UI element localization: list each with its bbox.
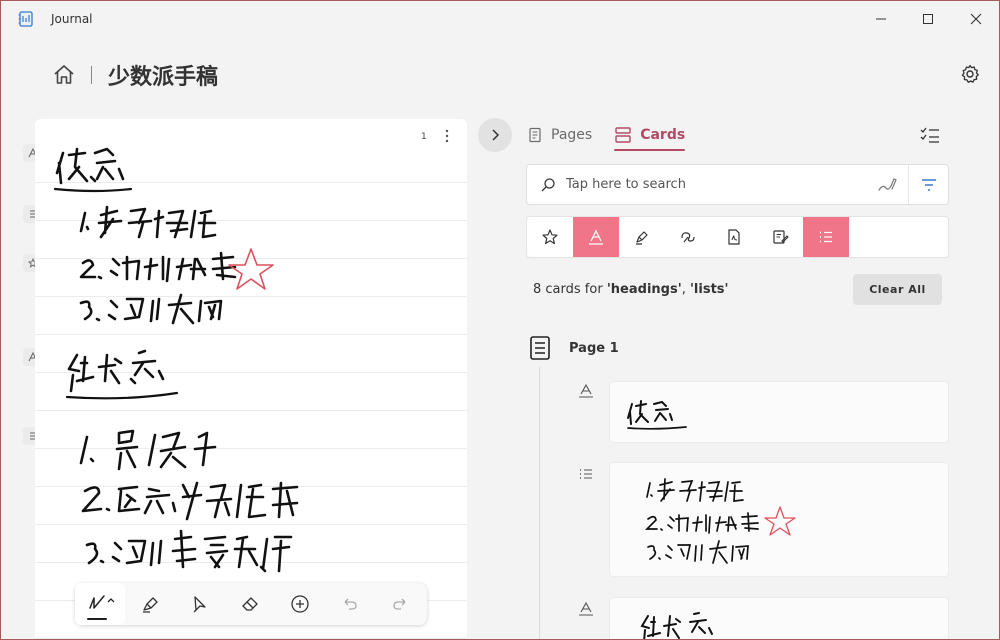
add-circle-icon xyxy=(291,595,309,613)
highlighter-icon xyxy=(636,231,648,245)
results-separator: , xyxy=(681,282,690,297)
window-title: Journal xyxy=(51,12,93,26)
tab-cards[interactable]: Cards xyxy=(614,121,686,151)
pen-tool[interactable] xyxy=(75,583,125,625)
eraser-icon xyxy=(242,597,258,611)
filter-favorites[interactable] xyxy=(527,217,573,257)
card-ink-preview xyxy=(640,612,713,639)
heading-icon xyxy=(577,601,595,617)
title-bar: Journal xyxy=(1,1,999,37)
multi-select-icon[interactable] xyxy=(919,125,941,145)
pages-icon xyxy=(529,127,541,143)
ink-search-icon[interactable] xyxy=(876,174,898,196)
minimize-icon xyxy=(876,18,886,20)
handwritten-ink xyxy=(53,147,299,573)
panel-tabs: Pages Cards xyxy=(527,121,707,153)
results-filter-lists: 'lists' xyxy=(689,282,729,297)
results-summary: 8 cards for 'headings', 'lists' xyxy=(533,282,729,297)
add-tool[interactable] xyxy=(275,583,325,625)
undo-icon xyxy=(344,598,357,610)
tab-pages[interactable]: Pages xyxy=(527,121,592,149)
tab-pages-label: Pages xyxy=(551,127,593,143)
redo-icon xyxy=(393,598,406,610)
card-heading-1[interactable] xyxy=(609,381,949,443)
list-icon xyxy=(577,466,595,482)
pen-toolbar xyxy=(75,583,427,625)
journal-window: Journal 少数派手稿 1 Pages Cards Tap here to … xyxy=(0,0,1000,640)
close-button[interactable] xyxy=(960,7,992,31)
note-edit-icon xyxy=(773,230,789,244)
card-group-page-1[interactable]: Page 1 xyxy=(529,335,619,361)
minimize-button[interactable] xyxy=(865,7,897,31)
star-icon xyxy=(542,229,558,245)
journal-app-icon xyxy=(18,11,33,27)
filter-drawings[interactable] xyxy=(665,217,711,257)
close-icon xyxy=(970,13,982,25)
pdf-icon xyxy=(728,229,740,245)
filter-icon xyxy=(921,178,936,191)
search-icon xyxy=(541,177,555,191)
home-icon[interactable] xyxy=(51,62,77,88)
redo-button[interactable] xyxy=(375,583,425,625)
page-icon xyxy=(530,336,550,360)
filter-pdf[interactable] xyxy=(711,217,757,257)
filter-button[interactable] xyxy=(908,165,948,204)
highlighter-tool[interactable] xyxy=(125,583,175,625)
clear-all-button[interactable]: Clear All xyxy=(853,274,942,305)
highlighter-icon xyxy=(143,597,158,613)
maximize-button[interactable] xyxy=(912,7,944,31)
page-header: 少数派手稿 xyxy=(51,59,218,91)
page-title: 少数派手稿 xyxy=(108,65,219,90)
list-icon xyxy=(820,231,832,243)
card-list-1[interactable] xyxy=(609,462,949,577)
drawing-icon xyxy=(681,232,695,243)
tab-cards-label: Cards xyxy=(640,127,686,143)
lasso-select-icon xyxy=(193,596,206,613)
results-prefix: 8 cards for xyxy=(533,282,607,297)
heading-icon xyxy=(589,229,603,245)
filter-lists[interactable] xyxy=(803,217,849,257)
card-heading-2[interactable] xyxy=(609,597,949,639)
search-bar xyxy=(526,164,949,205)
collapse-panel-button[interactable] xyxy=(478,118,512,152)
header-divider xyxy=(91,66,92,84)
search-input[interactable] xyxy=(566,177,876,192)
card-ink-preview xyxy=(627,400,687,430)
journal-page-canvas[interactable]: 1 xyxy=(35,119,467,639)
card-group-line xyxy=(539,367,540,639)
undo-button[interactable] xyxy=(325,583,375,625)
results-filter-headings: 'headings' xyxy=(606,282,682,297)
chevron-right-icon xyxy=(492,129,500,141)
heading-icon xyxy=(577,383,595,399)
lasso-tool[interactable] xyxy=(175,583,225,625)
cards-icon xyxy=(615,127,631,143)
card-type-filters xyxy=(526,216,949,258)
pen-icon xyxy=(89,595,115,609)
gear-icon[interactable] xyxy=(959,63,981,85)
card-ink-preview xyxy=(644,478,796,564)
maximize-icon xyxy=(923,14,933,24)
filter-highlights[interactable] xyxy=(619,217,665,257)
card-group-label: Page 1 xyxy=(569,340,619,356)
filter-notes[interactable] xyxy=(757,217,803,257)
eraser-tool[interactable] xyxy=(225,583,275,625)
filter-headings[interactable] xyxy=(573,217,619,257)
